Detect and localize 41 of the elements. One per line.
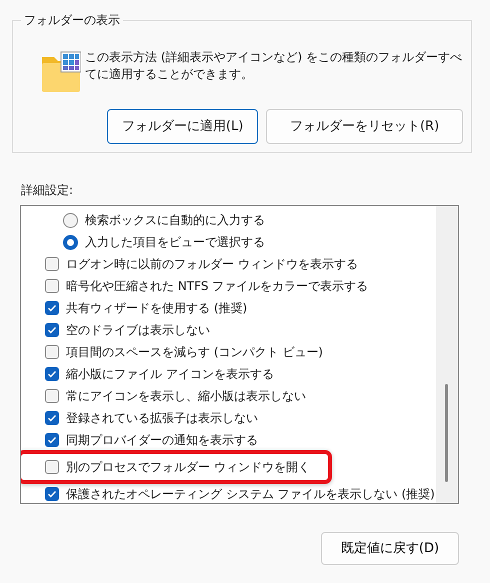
- option-label: 常にアイコンを表示し、縮小版は表示しない: [66, 388, 306, 405]
- checkbox[interactable]: [45, 411, 59, 425]
- checkbox[interactable]: [45, 301, 59, 315]
- folder-icon: [41, 51, 81, 93]
- option-label: 項目間のスペースを減らす (コンパクト ビュー): [66, 344, 323, 361]
- checkbox[interactable]: [45, 279, 59, 293]
- radio-button[interactable]: [63, 234, 78, 250]
- option-label: 縮小版にファイル アイコンを表示する: [66, 366, 274, 383]
- option-label: 登録されている拡張子は表示しない: [66, 410, 258, 427]
- option-label: 同期プロバイダーの通知を表示する: [66, 432, 258, 449]
- option-label: ログオン時に以前のフォルダー ウィンドウを表示する: [66, 256, 358, 273]
- checkbox[interactable]: [45, 389, 59, 403]
- check-icon: [47, 369, 57, 379]
- checkbox[interactable]: [45, 257, 59, 271]
- restore-defaults-button[interactable]: 既定値に戻す(D): [321, 532, 459, 565]
- scrollbar[interactable]: [436, 206, 458, 503]
- check-icon: [47, 435, 57, 445]
- option-label: 入力した項目をビューで選択する: [85, 234, 265, 251]
- folder-button[interactable]: フォルダーをリセット(R): [266, 109, 463, 144]
- checkbox[interactable]: [45, 487, 59, 501]
- check-icon: [47, 489, 57, 499]
- radio-button[interactable]: [63, 212, 78, 228]
- check-icon: [47, 413, 57, 423]
- option-label: 暗号化や圧縮された NTFS ファイルをカラーで表示する: [66, 278, 368, 295]
- check-icon: [47, 303, 57, 313]
- checkbox[interactable]: [45, 433, 59, 447]
- description-text: この表示方法 (詳細表示やアイコンなど) をこの種類のフォルダーすべてに適用することができます。: [85, 49, 463, 83]
- check-icon: [47, 325, 57, 335]
- group-title: フォルダーの表示: [21, 11, 123, 29]
- option-label: 検索ボックスに自動的に入力する: [85, 212, 265, 229]
- option-label: 保護されたオペレーティング システム ファイルを表示しない (推奨): [66, 486, 435, 503]
- section-label: 詳細設定:: [21, 182, 74, 199]
- folder-button[interactable]: フォルダーに適用(L): [107, 109, 258, 144]
- checkbox[interactable]: [45, 345, 59, 359]
- checkbox[interactable]: [45, 323, 59, 337]
- checkbox[interactable]: [45, 367, 59, 381]
- option-label: 空のドライブは表示しない: [66, 322, 210, 339]
- checkbox[interactable]: [45, 460, 59, 474]
- option-label: 共有ウィザードを使用する (推奨): [66, 300, 248, 317]
- scroll-thumb[interactable]: [445, 384, 448, 482]
- option-label: 別のプロセスでフォルダー ウィンドウを開く: [66, 459, 310, 476]
